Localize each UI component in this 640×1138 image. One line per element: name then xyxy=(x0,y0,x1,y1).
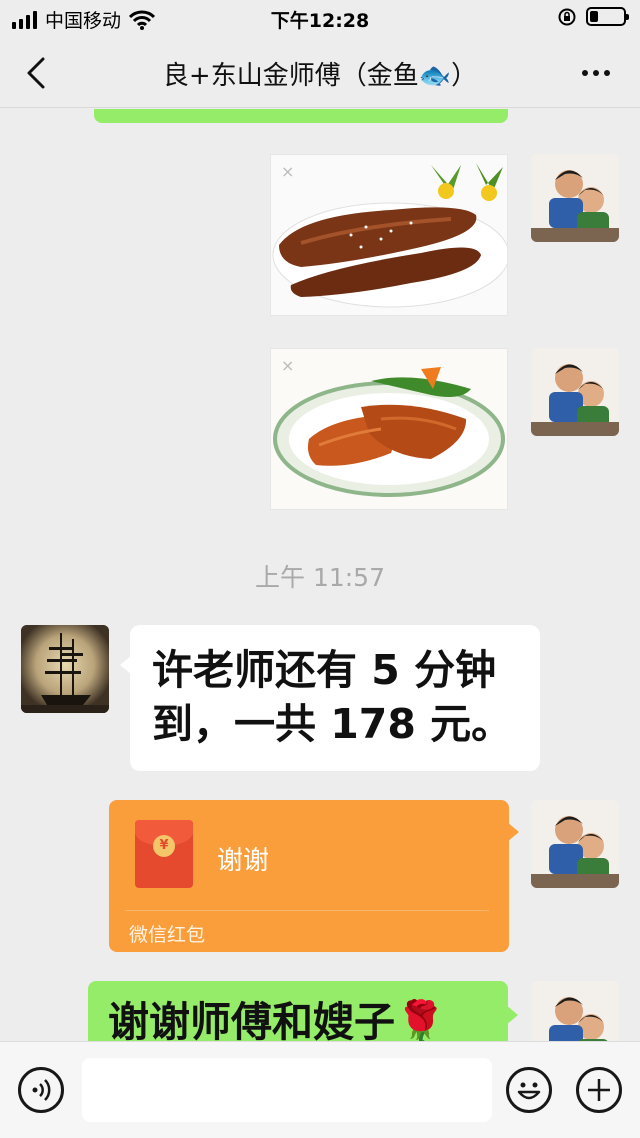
red-packet-message: 谢谢 xyxy=(217,846,270,876)
battery-level xyxy=(590,11,598,22)
orientation-lock-icon xyxy=(558,8,576,25)
fried-fish-platter-photo: × xyxy=(271,349,507,509)
status-right xyxy=(558,7,629,26)
nav-bar: 良+东山金师傅（金鱼🐟） xyxy=(0,36,640,108)
red-packet-footer: 微信红包 xyxy=(129,924,206,946)
my-avatar[interactable] xyxy=(531,981,619,1041)
incoming-message-line: 许老师还有 5 分钟 xyxy=(152,646,497,694)
message-timestamp: 上午 11:57 xyxy=(255,563,385,592)
chat-area[interactable]: × × 上午 11:57 许老师还有 5 分钟 到，一共 178 元。 ¥ 谢谢… xyxy=(0,109,640,1041)
image-message[interactable]: × xyxy=(270,154,508,316)
emoji-button[interactable] xyxy=(506,1067,552,1113)
avatar-photo xyxy=(531,981,619,1041)
input-bar xyxy=(0,1041,640,1138)
my-avatar[interactable] xyxy=(531,800,619,888)
outgoing-message-text: 谢谢师傅和嫂子🌹 xyxy=(108,998,447,1041)
emoji-icon xyxy=(517,1082,541,1100)
chat-title: 良+东山金师傅（金鱼🐟） xyxy=(162,61,478,91)
contact-avatar[interactable] xyxy=(21,625,109,713)
my-avatar[interactable] xyxy=(531,154,619,242)
more-icon[interactable] xyxy=(582,70,610,76)
red-packet-icon: ¥ xyxy=(135,820,193,888)
svg-text:×: × xyxy=(281,162,294,181)
red-packet-bubble[interactable]: ¥ 谢谢 微信红包 xyxy=(109,800,519,952)
battery-icon xyxy=(586,7,629,26)
avatar-photo xyxy=(531,348,619,436)
bubble-tail xyxy=(120,655,132,675)
status-time: 下午12:28 xyxy=(270,10,370,32)
svg-text:×: × xyxy=(281,356,294,375)
bubble-tail xyxy=(506,1005,518,1025)
message-input[interactable] xyxy=(82,1058,492,1122)
voice-icon xyxy=(32,1079,51,1101)
outgoing-message-bubble[interactable]: 谢谢师傅和嫂子🌹 xyxy=(88,981,518,1041)
image-message[interactable]: × xyxy=(270,348,508,510)
previous-message-bubble[interactable] xyxy=(94,109,508,123)
chevron-left-icon[interactable] xyxy=(24,56,48,90)
avatar-photo xyxy=(531,154,619,242)
status-bar: 中国移动 下午12:28 xyxy=(0,0,640,36)
red-packet-divider xyxy=(125,910,489,911)
plus-icon xyxy=(588,1079,610,1101)
avatar-photo xyxy=(531,800,619,888)
bubble-tail xyxy=(507,822,519,842)
voice-button[interactable] xyxy=(18,1067,64,1113)
ship-avatar-photo xyxy=(21,625,109,713)
fried-fish-photo: × xyxy=(271,155,507,315)
incoming-message-line: 到，一共 178 元。 xyxy=(152,700,513,748)
plus-button[interactable] xyxy=(576,1067,622,1113)
my-avatar[interactable] xyxy=(531,348,619,436)
incoming-message-bubble[interactable]: 许老师还有 5 分钟 到，一共 178 元。 xyxy=(120,625,540,771)
